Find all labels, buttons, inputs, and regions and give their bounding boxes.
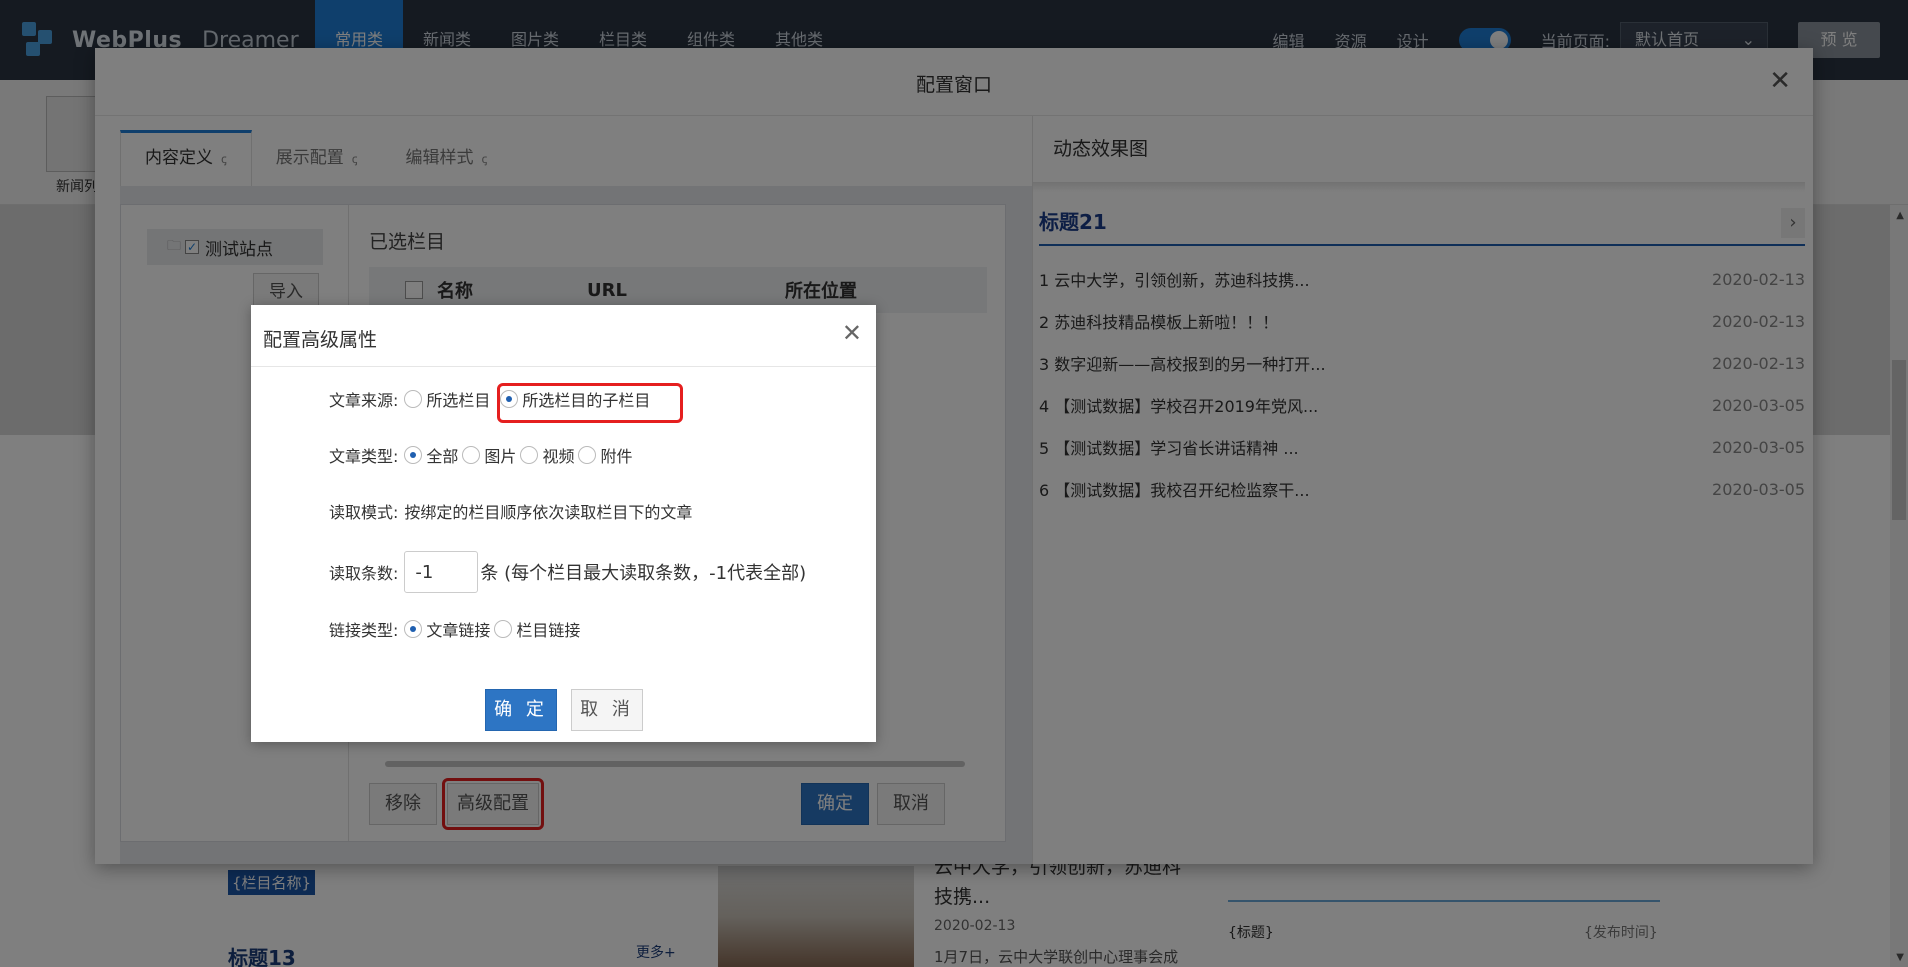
source-radio-selected-columns[interactable]: 所选栏目 [404, 387, 490, 411]
source-label: 文章来源: [329, 391, 399, 410]
dialog-confirm-button[interactable]: 确 定 [485, 689, 557, 731]
count-row: 读取条数: 条 (每个栏目最大读取条数，-1代表全部) [329, 551, 806, 593]
radio-label: 所选栏目的子栏目 [522, 391, 651, 410]
dialog-header: 配置高级属性 ✕ [251, 305, 876, 367]
dialog-cancel-button[interactable]: 取 消 [571, 689, 643, 731]
type-radio-video[interactable]: 视频 [520, 443, 574, 467]
advanced-attributes-dialog: 配置高级属性 ✕ 文章来源: 所选栏目 所选栏目的子栏目 文章类型: 全部 图片… [251, 305, 876, 742]
count-label: 读取条数: [329, 564, 399, 583]
radio-checked-icon [404, 620, 423, 638]
count-input[interactable] [404, 551, 479, 593]
link-label: 链接类型: [329, 621, 399, 640]
type-radio-all[interactable]: 全部 [404, 443, 458, 467]
radio-label: 全部 [426, 447, 459, 466]
mode-value: 按绑定的栏目顺序依次读取栏目下的文章 [404, 503, 693, 522]
type-radio-image[interactable]: 图片 [462, 443, 516, 467]
radio-label: 附件 [600, 447, 633, 466]
radio-label: 栏目链接 [516, 621, 581, 640]
radio-label: 文章链接 [426, 621, 491, 640]
radio-label: 视频 [542, 447, 575, 466]
mode-row: 读取模式: 按绑定的栏目顺序依次读取栏目下的文章 [329, 499, 692, 523]
radio-icon [494, 620, 513, 638]
radio-label: 所选栏目 [426, 391, 491, 410]
dialog-title: 配置高级属性 [263, 329, 378, 351]
radio-icon [462, 446, 481, 464]
radio-label: 图片 [484, 447, 517, 466]
count-suffix: 条 (每个栏目最大读取条数，-1代表全部) [480, 563, 807, 584]
type-row: 文章类型: 全部 图片 视频 附件 [329, 443, 636, 467]
link-row: 链接类型: 文章链接 栏目链接 [329, 617, 584, 641]
radio-icon [520, 446, 539, 464]
radio-icon [578, 446, 597, 464]
close-icon[interactable]: ✕ [842, 319, 862, 347]
type-radio-attachment[interactable]: 附件 [578, 443, 632, 467]
type-label: 文章类型: [329, 447, 399, 466]
source-row: 文章来源: 所选栏目 所选栏目的子栏目 [329, 387, 654, 411]
link-radio-column[interactable]: 栏目链接 [494, 617, 580, 641]
radio-checked-icon [500, 390, 519, 408]
source-radio-sub-columns[interactable]: 所选栏目的子栏目 [500, 387, 650, 411]
mode-label: 读取模式: [329, 503, 399, 522]
radio-icon [404, 390, 423, 408]
radio-checked-icon [404, 446, 423, 464]
link-radio-article[interactable]: 文章链接 [404, 617, 490, 641]
